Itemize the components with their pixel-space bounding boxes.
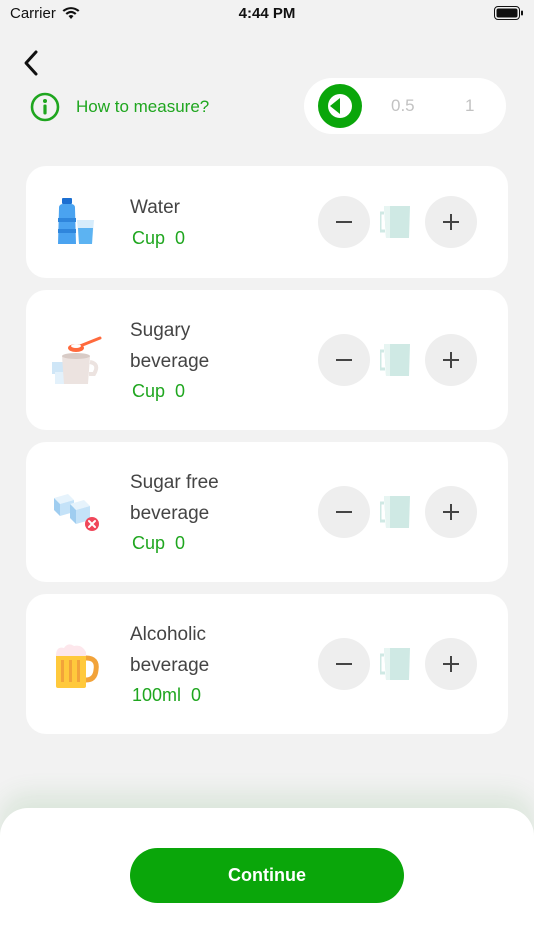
beer-icon bbox=[56, 644, 99, 688]
decrement-button[interactable] bbox=[318, 486, 370, 538]
sugar-free-icon bbox=[54, 494, 99, 531]
increment-button[interactable] bbox=[425, 196, 477, 248]
decrement-button[interactable] bbox=[318, 196, 370, 248]
drink-title: Water bbox=[130, 197, 180, 218]
drink-unit: Cup bbox=[132, 228, 166, 248]
drink-title: Sugary beverage bbox=[130, 320, 210, 372]
plus-icon bbox=[443, 352, 459, 368]
cup-icon bbox=[380, 206, 410, 238]
plus-icon bbox=[443, 656, 459, 672]
cup-icon bbox=[380, 496, 410, 528]
increment-button[interactable] bbox=[425, 486, 477, 538]
minus-icon bbox=[336, 663, 352, 665]
portion-size-toggle[interactable]: 0.5 1 bbox=[304, 78, 506, 134]
status-time: 4:44 PM bbox=[238, 5, 296, 22]
toggle-knob[interactable] bbox=[318, 84, 362, 128]
drink-unit: Cup bbox=[132, 381, 166, 401]
plus-icon bbox=[443, 504, 459, 520]
cup-icon bbox=[380, 344, 410, 376]
minus-icon bbox=[336, 359, 352, 361]
drink-title: Sugar free beverage bbox=[130, 472, 219, 524]
drink-title: Alcoholic beverage bbox=[130, 624, 210, 676]
drink-count: 0 bbox=[175, 533, 186, 553]
how-to-measure-label: How to measure? bbox=[76, 97, 210, 116]
how-to-measure-link[interactable]: How to measure? bbox=[30, 92, 209, 122]
battery-icon bbox=[494, 6, 524, 24]
portion-pie-icon bbox=[328, 94, 352, 118]
minus-icon bbox=[336, 511, 352, 513]
drink-count: 0 bbox=[175, 228, 186, 248]
sugary-drink-icon bbox=[52, 336, 102, 384]
chevron-left-icon bbox=[24, 50, 38, 76]
drink-count: 0 bbox=[175, 381, 186, 401]
minus-icon bbox=[336, 221, 352, 223]
water-bottle-icon bbox=[58, 198, 94, 244]
cup-icon bbox=[380, 648, 410, 680]
drink-unit: Cup bbox=[132, 533, 166, 553]
drink-unit-count: Cup 0 bbox=[132, 533, 195, 554]
drink-count: 0 bbox=[191, 685, 202, 705]
decrement-button[interactable] bbox=[318, 638, 370, 690]
drink-unit-count: 100ml 0 bbox=[132, 685, 211, 706]
increment-button[interactable] bbox=[425, 334, 477, 386]
status-bar: Carrier 4:44 PM bbox=[0, 0, 534, 30]
size-option-half[interactable]: 0.5 bbox=[391, 96, 415, 116]
size-option-one[interactable]: 1 bbox=[465, 96, 474, 116]
drink-card-alcoholic-beverage: Alcoholic beverage 100ml 0 bbox=[26, 594, 508, 734]
drink-card-sugar-free-beverage: Sugar free beverage Cup 0 bbox=[26, 442, 508, 582]
drink-card-water: Water Cup 0 bbox=[26, 166, 508, 278]
back-button[interactable] bbox=[14, 46, 48, 80]
drink-unit: 100ml bbox=[132, 685, 182, 705]
continue-button[interactable]: Continue bbox=[130, 848, 404, 903]
info-icon bbox=[30, 92, 60, 122]
decrement-button[interactable] bbox=[318, 334, 370, 386]
drink-unit-count: Cup 0 bbox=[132, 228, 195, 249]
drink-unit-count: Cup 0 bbox=[132, 381, 195, 402]
increment-button[interactable] bbox=[425, 638, 477, 690]
drink-card-sugary-beverage: Sugary beverage Cup 0 bbox=[26, 290, 508, 430]
plus-icon bbox=[443, 214, 459, 230]
